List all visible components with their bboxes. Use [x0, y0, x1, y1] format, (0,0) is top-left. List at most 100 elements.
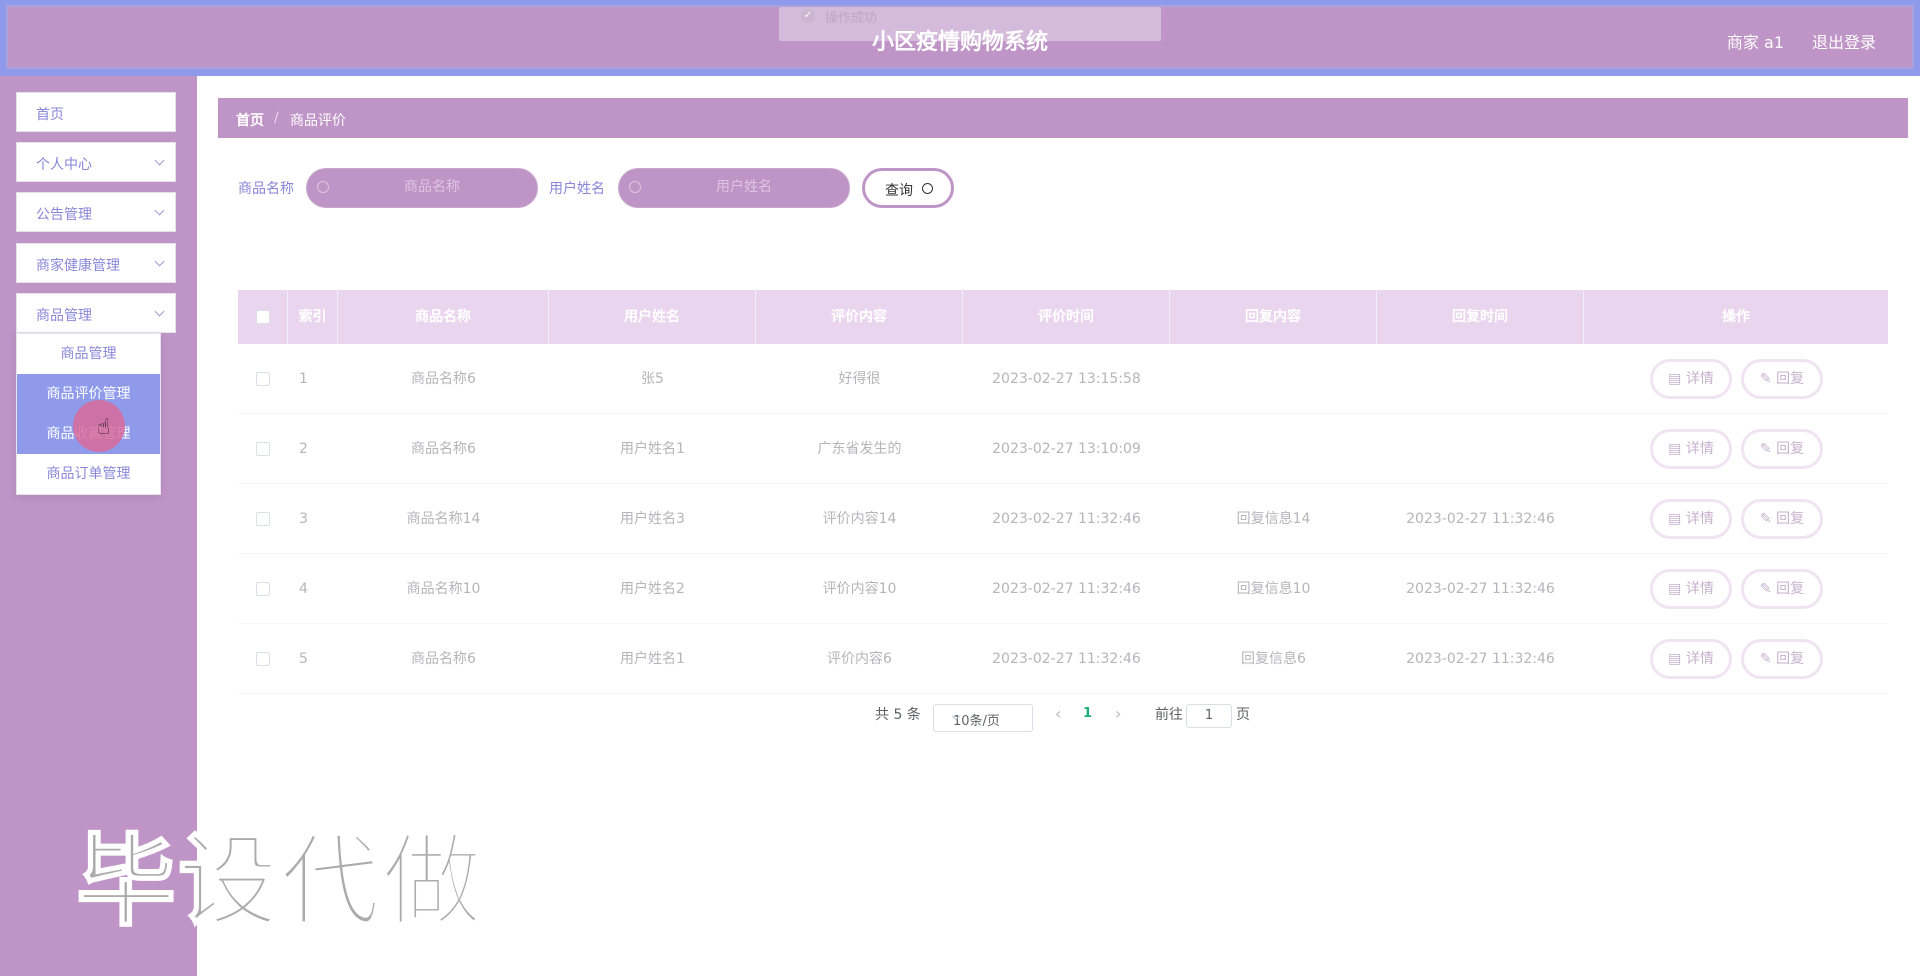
header-reply-time[interactable]: 回复时间	[1377, 290, 1584, 344]
detail-button[interactable]: ▤ 详情	[1650, 569, 1732, 609]
chevron-down-icon	[154, 155, 165, 166]
sidebar-item-profile[interactable]: 个人中心	[16, 142, 176, 182]
header-review-content[interactable]: 评价内容	[756, 290, 963, 344]
header-index: 索引	[288, 290, 338, 344]
sidebar-item-home[interactable]: 首页	[16, 92, 176, 132]
reply-button[interactable]: ✎ 回复	[1741, 499, 1823, 539]
check-circle-icon: ✓	[801, 9, 815, 23]
detail-icon: ▤	[1668, 441, 1686, 457]
header-product-name[interactable]: 商品名称	[338, 290, 549, 344]
query-button[interactable]: 查询	[862, 168, 954, 208]
detail-label: 详情	[1685, 441, 1714, 457]
breadcrumb-home[interactable]: 首页	[236, 110, 264, 130]
edit-icon: ✎	[1759, 651, 1777, 667]
chevron-down-icon	[154, 306, 165, 317]
search-icon	[922, 183, 933, 194]
reply-label: 回复	[1776, 581, 1805, 597]
cell-user-name: 张5	[641, 371, 664, 387]
cell-review-time: 2023-02-27 11:32:46	[992, 511, 1141, 527]
cell-review-content: 评价内容10	[822, 581, 897, 597]
watermark: 毕设代做	[75, 822, 484, 941]
detail-button[interactable]: ▤ 详情	[1650, 639, 1732, 679]
reply-button[interactable]: ✎ 回复	[1741, 569, 1823, 609]
cell-product-name: 商品名称10	[406, 581, 481, 597]
cell-review-time: 2023-02-27 13:15:58	[992, 371, 1141, 387]
sidebar-item-label: 个人中心	[36, 157, 92, 173]
user-name-field[interactable]	[618, 168, 850, 208]
row-checkbox[interactable]	[256, 372, 270, 386]
goto-page-input[interactable]: 1	[1186, 704, 1232, 728]
detail-button[interactable]: ▤ 详情	[1650, 429, 1732, 469]
table-row: 4 商品名称10 用户姓名2 评价内容10 2023-02-27 11:32:4…	[238, 554, 1888, 624]
cell-reply-time	[1377, 414, 1584, 484]
row-checkbox[interactable]	[256, 652, 270, 666]
cell-reply-time	[1377, 344, 1584, 414]
row-checkbox[interactable]	[256, 442, 270, 456]
detail-button[interactable]: ▤ 详情	[1650, 359, 1732, 399]
product-name-label: 商品名称	[238, 181, 294, 197]
detail-button[interactable]: ▤ 详情	[1650, 499, 1732, 539]
sidebar-item-products[interactable]: 商品管理	[16, 293, 176, 333]
cell-index: 5	[299, 651, 308, 667]
header-user-name[interactable]: 用户姓名	[549, 290, 756, 344]
edit-icon: ✎	[1759, 581, 1777, 597]
prev-page-icon[interactable]: ‹	[1055, 704, 1061, 723]
sidebar-item-label: 首页	[36, 107, 64, 123]
page-number-current[interactable]: 1	[1083, 706, 1092, 721]
table-row: 1 商品名称6 张5 好得很 2023-02-27 13:15:58 ▤ 详情 …	[238, 344, 1888, 414]
next-page-icon[interactable]: ›	[1115, 704, 1121, 723]
user-name-input[interactable]	[659, 179, 829, 195]
edit-icon: ✎	[1759, 511, 1777, 527]
cell-user-name: 用户姓名1	[620, 651, 685, 667]
cell-reply-content: 回复信息14	[1236, 511, 1311, 527]
select-all-checkbox[interactable]	[256, 310, 270, 324]
logout-link[interactable]: 退出登录	[1812, 29, 1876, 53]
cell-product-name: 商品名称6	[411, 371, 476, 387]
product-name-field[interactable]	[306, 168, 538, 208]
cell-product-name: 商品名称6	[411, 441, 476, 457]
detail-label: 详情	[1685, 511, 1714, 527]
submenu-item-order-manage[interactable]: 商品订单管理	[17, 454, 160, 494]
cell-review-time: 2023-02-27 11:32:46	[992, 581, 1141, 597]
reply-label: 回复	[1776, 441, 1805, 457]
sidebar-item-announcements[interactable]: 公告管理	[16, 192, 176, 232]
search-icon	[317, 181, 329, 193]
cell-index: 4	[299, 581, 308, 597]
detail-icon: ▤	[1668, 511, 1686, 527]
cell-index: 2	[299, 441, 308, 457]
cell-index: 1	[299, 371, 308, 387]
table-header: 索引 商品名称 用户姓名 评价内容 评价时间 回复内容 回复时间 操作	[238, 290, 1888, 344]
header-review-time[interactable]: 评价时间	[963, 290, 1170, 344]
product-name-input[interactable]	[347, 179, 517, 195]
query-button-label: 查询	[885, 183, 913, 199]
row-checkbox[interactable]	[256, 512, 270, 526]
cell-reply-content	[1170, 414, 1377, 484]
page-size-select[interactable]: 10条/页	[933, 704, 1033, 732]
cell-reply-content: 回复信息6	[1241, 651, 1306, 667]
sidebar-item-merchant-health[interactable]: 商家健康管理	[16, 243, 176, 283]
cell-reply-content: 回复信息10	[1236, 581, 1311, 597]
cell-review-content: 评价内容14	[822, 511, 897, 527]
row-checkbox[interactable]	[256, 582, 270, 596]
sidebar-item-label: 商品管理	[36, 308, 92, 324]
breadcrumb-current: 商品评价	[290, 113, 346, 129]
submenu-item-product-manage[interactable]: 商品管理	[17, 334, 160, 374]
header-reply-content[interactable]: 回复内容	[1170, 290, 1377, 344]
detail-label: 详情	[1685, 371, 1714, 387]
header-select	[238, 290, 288, 344]
cell-product-name: 商品名称14	[406, 511, 481, 527]
cell-reply-content	[1170, 344, 1377, 414]
current-user: 商家 a1	[1726, 33, 1784, 52]
cell-product-name: 商品名称6	[411, 651, 476, 667]
header-bar: ✓ 操作成功 小区疫情购物系统 商家 a1 退出登录	[6, 5, 1914, 69]
cell-review-content: 评价内容6	[827, 651, 892, 667]
cell-reply-time: 2023-02-27 11:32:46	[1406, 651, 1555, 667]
reply-button[interactable]: ✎ 回复	[1741, 639, 1823, 679]
detail-icon: ▤	[1668, 371, 1686, 387]
reply-button[interactable]: ✎ 回复	[1741, 429, 1823, 469]
top-header: ✓ 操作成功 小区疫情购物系统 商家 a1 退出登录	[0, 0, 1920, 76]
edit-icon: ✎	[1759, 371, 1777, 387]
breadcrumb: 首页 / 商品评价	[218, 98, 1908, 138]
cell-user-name: 用户姓名3	[620, 511, 685, 527]
reply-button[interactable]: ✎ 回复	[1741, 359, 1823, 399]
